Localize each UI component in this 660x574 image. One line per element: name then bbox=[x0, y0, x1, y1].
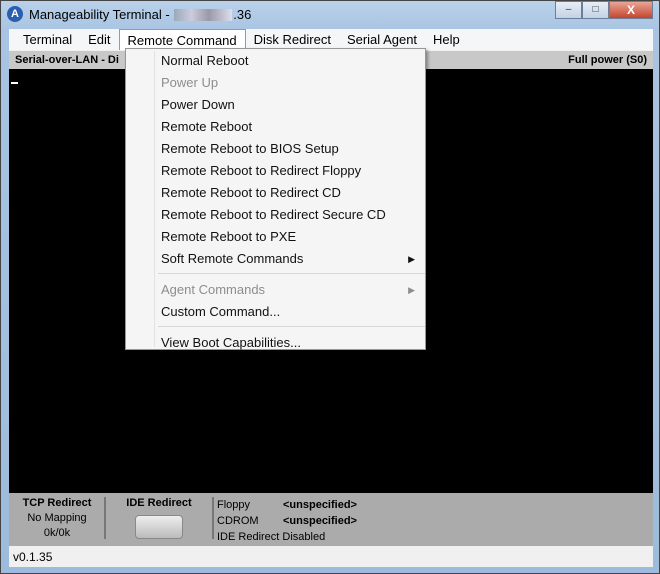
menu-item-label: Remote Reboot bbox=[161, 119, 253, 134]
menu-help[interactable]: Help bbox=[425, 29, 468, 50]
menu-item-remote-reboot-to-redirect-cd[interactable]: Remote Reboot to Redirect CD bbox=[126, 182, 425, 204]
menu-item-power-down[interactable]: Power Down bbox=[126, 94, 425, 116]
minimize-button[interactable]: – bbox=[555, 1, 582, 19]
submenu-arrow-icon: ▶ bbox=[408, 254, 415, 264]
menu-item-remote-reboot-to-redirect-secure-cd[interactable]: Remote Reboot to Redirect Secure CD bbox=[126, 204, 425, 226]
menu-item-label: Custom Command... bbox=[161, 304, 281, 319]
menu-item-label: Remote Reboot to Redirect CD bbox=[161, 185, 341, 200]
menu-item-view-boot-capabilities[interactable]: View Boot Capabilities... bbox=[126, 332, 425, 354]
menu-terminal[interactable]: Terminal bbox=[15, 29, 80, 50]
menu-item-remote-reboot-to-bios-setup[interactable]: Remote Reboot to BIOS Setup bbox=[126, 138, 425, 160]
menu-item-remote-reboot-to-redirect-floppy[interactable]: Remote Reboot to Redirect Floppy bbox=[126, 160, 425, 182]
menu-item-label: Remote Reboot to Redirect Floppy bbox=[161, 163, 362, 178]
app-icon: A bbox=[7, 6, 23, 22]
menu-item-remote-reboot-to-pxe[interactable]: Remote Reboot to PXE bbox=[126, 226, 425, 248]
window-title: Manageability Terminal - .36 bbox=[29, 7, 251, 22]
ide-status: IDE Redirect Disabled bbox=[217, 531, 326, 543]
terminal-cursor bbox=[11, 82, 18, 84]
menu-disk-redirect[interactable]: Disk Redirect bbox=[246, 29, 339, 50]
submenu-arrow-icon: ▶ bbox=[408, 285, 415, 295]
divider bbox=[104, 497, 106, 539]
window-title-text: Manageability Terminal - bbox=[29, 6, 174, 22]
menu-item-label: View Boot Capabilities... bbox=[161, 335, 301, 350]
maximize-button[interactable]: □ bbox=[582, 1, 609, 19]
title-bar: A Manageability Terminal - .36 bbox=[7, 3, 251, 25]
power-state: Full power (S0) bbox=[568, 54, 647, 66]
menu-item-soft-remote-commands[interactable]: Soft Remote Commands ▶ bbox=[126, 248, 425, 270]
session-mode: Serial-over-LAN - Di bbox=[15, 54, 119, 66]
ide-redirect-title: IDE Redirect bbox=[126, 497, 192, 509]
menu-item-label: Normal Reboot bbox=[161, 53, 249, 68]
window-title-suffix: .36 bbox=[233, 6, 252, 22]
menu-item-label: Remote Reboot to Redirect Secure CD bbox=[161, 207, 386, 222]
menu-item-normal-reboot[interactable]: Normal Reboot bbox=[126, 50, 425, 72]
menu-item-label: Remote Reboot to BIOS Setup bbox=[161, 141, 339, 156]
menu-bar: Terminal Edit Remote Command Disk Redire… bbox=[9, 29, 653, 50]
divider bbox=[212, 497, 214, 539]
menu-item-remote-reboot[interactable]: Remote Reboot bbox=[126, 116, 425, 138]
tcp-traffic: 0k/0k bbox=[43, 527, 71, 539]
redirect-panel: TCP Redirect No Mapping 0k/0k IDE Redire… bbox=[9, 493, 653, 546]
menu-item-label: Soft Remote Commands bbox=[161, 251, 304, 266]
menu-item-power-up: Power Up bbox=[126, 72, 425, 94]
close-button[interactable]: X bbox=[609, 1, 653, 19]
tcp-mapping: No Mapping bbox=[27, 512, 87, 524]
menu-item-agent-commands: Agent Commands ▶ bbox=[126, 279, 425, 301]
menu-item-label: Remote Reboot to PXE bbox=[161, 229, 297, 244]
floppy-label: Floppy bbox=[217, 499, 251, 511]
menu-item-label: Agent Commands bbox=[161, 282, 266, 297]
drive-icon bbox=[135, 515, 183, 539]
menu-item-custom-command[interactable]: Custom Command... bbox=[126, 301, 425, 323]
tcp-redirect-title: TCP Redirect bbox=[22, 497, 92, 509]
status-bar: v0.1.35 bbox=[9, 546, 653, 567]
menu-remote-command[interactable]: Remote Command bbox=[118, 29, 246, 50]
floppy-value: <unspecified> bbox=[283, 499, 357, 511]
version-label: v0.1.35 bbox=[13, 550, 53, 564]
menu-edit[interactable]: Edit bbox=[80, 29, 118, 50]
menu-item-label: Power Up bbox=[161, 75, 219, 90]
menu-serial-agent[interactable]: Serial Agent bbox=[339, 29, 425, 50]
cdrom-value: <unspecified> bbox=[283, 515, 357, 527]
redacted-ip bbox=[174, 9, 233, 22]
remote-command-menu: Normal Reboot Power Up Power Down Remote Re… bbox=[125, 48, 426, 350]
cdrom-label: CDROM bbox=[217, 515, 259, 527]
menu-item-label: Power Down bbox=[161, 97, 235, 112]
